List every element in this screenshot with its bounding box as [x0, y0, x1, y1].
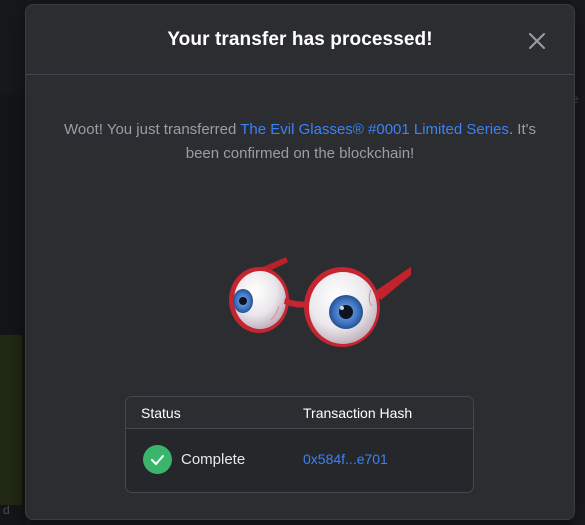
checkmark-icon [143, 445, 172, 474]
background-text-fragment-bottom: d [3, 503, 10, 517]
message-prefix: Woot! You just transferred [64, 121, 241, 138]
modal-title: Your transfer has processed! [167, 29, 433, 50]
close-button[interactable] [525, 29, 549, 53]
column-header-transaction-hash: Transaction Hash [303, 405, 413, 421]
table-header-row: Status Transaction Hash [126, 397, 473, 429]
background-thumbnail [0, 335, 22, 505]
modal-header: Your transfer has processed! [26, 5, 574, 75]
transaction-hash-link[interactable]: 0x584f...e701 [303, 451, 388, 467]
column-header-status: Status [141, 405, 181, 421]
evil-eyeball-glasses-image [229, 257, 411, 347]
transaction-status-table: Status Transaction Hash Complete 0x584f.… [125, 396, 474, 493]
nft-item-link[interactable]: The Evil Glasses® #0001 Limited Series [240, 121, 509, 138]
confirmation-message: Woot! You just transferred The Evil Glas… [56, 118, 544, 166]
transfer-success-modal: Your transfer has processed! Woot! You j… [25, 4, 575, 520]
table-row: Complete 0x584f...e701 [126, 429, 473, 492]
status-value: Complete [181, 451, 246, 468]
background-left-panel [0, 95, 26, 525]
close-icon [529, 33, 545, 49]
